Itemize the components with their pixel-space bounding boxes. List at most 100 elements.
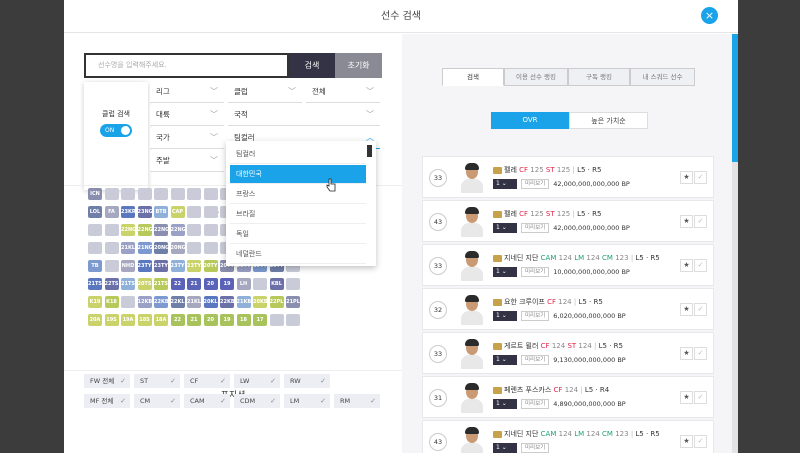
season-badge[interactable]: 23NG bbox=[137, 206, 153, 218]
season-badge[interactable]: 22KL bbox=[170, 296, 185, 308]
season-badge[interactable]: 20A bbox=[88, 314, 102, 326]
star-icon[interactable]: ★ bbox=[680, 435, 693, 448]
season-badge[interactable] bbox=[88, 242, 102, 254]
season-badge[interactable]: 18 bbox=[236, 314, 251, 326]
season-badge[interactable]: 21 bbox=[187, 278, 201, 290]
season-badge[interactable] bbox=[104, 224, 119, 236]
check-icon[interactable]: ✓ bbox=[694, 391, 707, 404]
player-name[interactable]: 요한 크루이프 bbox=[504, 298, 545, 306]
tab-subscribe-ranking[interactable]: 구독 랭킹 bbox=[568, 68, 630, 86]
player-name[interactable]: 지네딘 지단 bbox=[504, 254, 538, 262]
season-badge[interactable]: 19A bbox=[121, 314, 135, 326]
close-icon[interactable]: × bbox=[701, 7, 718, 24]
results-scrollbar[interactable] bbox=[732, 34, 738, 453]
dropdown-item[interactable]: 대한민국 bbox=[230, 165, 366, 184]
season-badge[interactable]: 20 bbox=[203, 278, 218, 290]
dropdown-scrollbar[interactable] bbox=[367, 145, 372, 157]
position-checkbox[interactable]: ST ✓ bbox=[134, 374, 180, 388]
reset-button[interactable]: 초기화 bbox=[335, 53, 382, 78]
season-badge[interactable]: 20TS bbox=[137, 278, 152, 290]
season-badge[interactable]: 21KL bbox=[187, 296, 201, 308]
position-checkbox[interactable]: FW 전체 ✓ bbox=[84, 374, 130, 388]
season-badge[interactable] bbox=[203, 206, 218, 218]
season-badge[interactable]: 22TS bbox=[104, 278, 119, 290]
season-badge[interactable]: FA bbox=[104, 206, 119, 218]
season-badge[interactable] bbox=[170, 188, 185, 200]
season-badge[interactable]: K18 bbox=[104, 296, 119, 308]
level-select[interactable]: 1 ⌄ bbox=[493, 223, 517, 233]
position-checkbox[interactable]: CAM ✓ bbox=[184, 394, 230, 408]
season-badge[interactable]: 23TY bbox=[137, 260, 152, 272]
star-icon[interactable]: ★ bbox=[680, 259, 693, 272]
level-select[interactable]: 1 ⌄ bbox=[493, 311, 517, 321]
season-badge[interactable]: LH bbox=[236, 278, 251, 290]
season-badge[interactable] bbox=[104, 242, 119, 254]
dropdown-item[interactable]: 팀컬러 bbox=[230, 145, 366, 164]
player-row[interactable]: 33 게르트 뮐러 CF 124 ST 124 | L5 · R5 1 ⌄ 미리보기 9… bbox=[422, 332, 714, 374]
dropdown-item[interactable]: 브라질 bbox=[230, 205, 366, 224]
position-checkbox[interactable]: LM ✓ bbox=[284, 394, 330, 408]
season-badge[interactable]: 21TS bbox=[88, 278, 102, 290]
season-badge[interactable]: 20NG bbox=[170, 242, 186, 254]
preview-button[interactable]: 미리보기 bbox=[521, 223, 550, 233]
club-search-toggle[interactable]: ON bbox=[100, 124, 132, 137]
club-all-select[interactable]: 전체 ﹀ bbox=[306, 82, 380, 103]
tab-my-squad[interactable]: 내 스쿼드 선수 bbox=[630, 68, 695, 86]
star-icon[interactable]: ★ bbox=[680, 347, 693, 360]
season-badge[interactable] bbox=[121, 296, 135, 308]
preview-button[interactable]: 미리보기 bbox=[521, 355, 550, 365]
season-badge[interactable]: 22NG bbox=[121, 224, 136, 236]
check-icon[interactable]: ✓ bbox=[694, 435, 707, 448]
player-name[interactable]: 펠레 bbox=[504, 210, 517, 218]
player-row[interactable]: 33 펠레 CF 125 ST 125 | L5 · R5 1 ⌄ 미리보기 42,00… bbox=[422, 156, 714, 198]
sort-ovr-button[interactable]: OVR bbox=[491, 112, 569, 129]
season-badge[interactable] bbox=[88, 224, 102, 236]
season-badge[interactable]: 20KB bbox=[253, 296, 268, 308]
season-badge[interactable]: 21TS bbox=[154, 278, 168, 290]
season-badge[interactable]: 22 bbox=[170, 314, 185, 326]
level-select[interactable]: 1 ⌄ bbox=[493, 355, 517, 365]
position-checkbox[interactable]: CF ✓ bbox=[184, 374, 230, 388]
season-badge[interactable]: 20NG bbox=[154, 242, 169, 254]
season-badge[interactable]: KBL bbox=[269, 278, 284, 290]
season-badge[interactable] bbox=[203, 224, 218, 236]
season-badge[interactable] bbox=[269, 314, 284, 326]
position-checkbox[interactable]: MF 전체 ✓ bbox=[84, 394, 130, 408]
search-button[interactable]: 검색 bbox=[289, 53, 335, 78]
preview-button[interactable]: 미리보기 bbox=[521, 267, 550, 277]
continent-select[interactable]: 대륙 ﹀ bbox=[150, 105, 224, 126]
position-checkbox[interactable]: CM ✓ bbox=[134, 394, 180, 408]
season-badge[interactable]: CAP bbox=[170, 206, 185, 218]
season-badge[interactable]: 17 bbox=[253, 314, 267, 326]
tab-usage-ranking[interactable]: 이용 선수 랭킹 bbox=[504, 68, 568, 86]
level-select[interactable]: 1 ⌄ bbox=[493, 443, 517, 453]
dropdown-item[interactable]: 프랑스 bbox=[230, 185, 366, 204]
season-badge[interactable] bbox=[187, 224, 201, 236]
season-badge[interactable]: BTB bbox=[154, 206, 168, 218]
season-badge[interactable]: 22NG bbox=[137, 224, 153, 236]
season-badge[interactable]: ICN bbox=[88, 188, 102, 200]
season-badge[interactable]: 18A bbox=[154, 314, 168, 326]
player-name[interactable]: 게르트 뮐러 bbox=[504, 342, 538, 350]
season-badge[interactable]: 22NG bbox=[154, 224, 169, 236]
season-badge[interactable] bbox=[154, 188, 168, 200]
season-badge[interactable]: LOL bbox=[88, 206, 102, 218]
preview-button[interactable]: 미리보기 bbox=[521, 179, 550, 189]
season-badge[interactable] bbox=[286, 314, 300, 326]
season-badge[interactable] bbox=[203, 188, 218, 200]
player-row[interactable]: 33 지네딘 지단 CAM 124 LM 124 CM 123 | L5 · R5… bbox=[422, 244, 714, 286]
player-name[interactable]: 펠레 bbox=[504, 166, 517, 174]
position-checkbox[interactable]: RW ✓ bbox=[284, 374, 330, 388]
season-badge[interactable]: 19S bbox=[104, 314, 119, 326]
check-icon[interactable]: ✓ bbox=[694, 259, 707, 272]
tab-search[interactable]: 검색 bbox=[442, 68, 504, 86]
season-badge[interactable]: 23KR bbox=[121, 206, 136, 218]
check-icon[interactable]: ✓ bbox=[694, 215, 707, 228]
season-badge[interactable]: 21KL bbox=[121, 242, 135, 254]
season-badge[interactable]: 21TS bbox=[121, 278, 135, 290]
player-row[interactable]: 43 펠레 CF 125 ST 125 | L5 · R5 1 ⌄ 미리보기 42,00… bbox=[422, 200, 714, 242]
dropdown-item[interactable]: 독일 bbox=[230, 225, 366, 244]
season-badge[interactable]: 23TY bbox=[187, 260, 201, 272]
season-badge[interactable] bbox=[104, 260, 119, 272]
position-checkbox[interactable]: CDM ✓ bbox=[234, 394, 280, 408]
